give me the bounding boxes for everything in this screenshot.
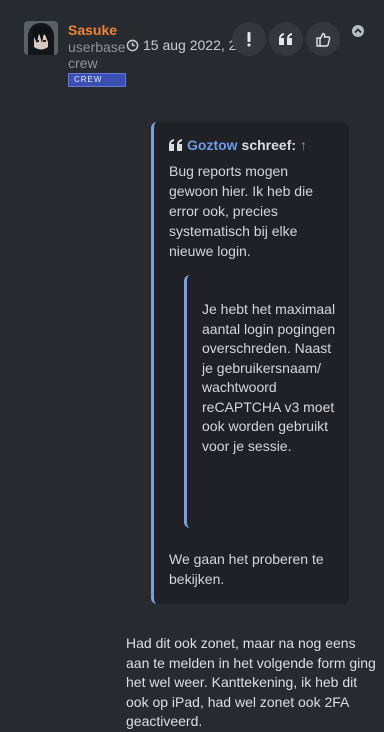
quote-header: Goztow schreef: ↑ (169, 137, 307, 153)
quote-icon (169, 139, 182, 151)
quote-author-link[interactable]: Goztow (187, 137, 238, 153)
nested-quote-text: Je hebt het maximaal aantal login poging… (202, 301, 336, 454)
jump-to-post-link[interactable]: ↑ (300, 137, 307, 153)
avatar[interactable] (24, 21, 58, 55)
quote-wrote-label: schreef: (241, 137, 297, 153)
crew-badge: CREW (68, 73, 126, 87)
quote-text: Bug reports mogen gewoon hier. Ik heb di… (169, 163, 313, 259)
thumbs-up-icon (315, 32, 330, 47)
quote-icon (279, 33, 292, 45)
clock-icon (126, 39, 139, 51)
post-body: Had dit ook zonet, maar na nog eens aan … (126, 635, 376, 729)
like-button[interactable] (306, 22, 340, 56)
avatar-image (24, 21, 58, 55)
quote-closing-text: We gaan het proberen te bekijken. (169, 551, 324, 587)
user-rank-secondary: crew (68, 55, 98, 71)
quote-button[interactable] (269, 22, 303, 56)
exclamation-icon (247, 32, 251, 47)
chevron-up-icon[interactable] (351, 24, 365, 38)
user-rank: userbase (68, 39, 126, 55)
report-button[interactable] (232, 22, 266, 56)
post-author[interactable]: Sasuke (68, 22, 117, 38)
